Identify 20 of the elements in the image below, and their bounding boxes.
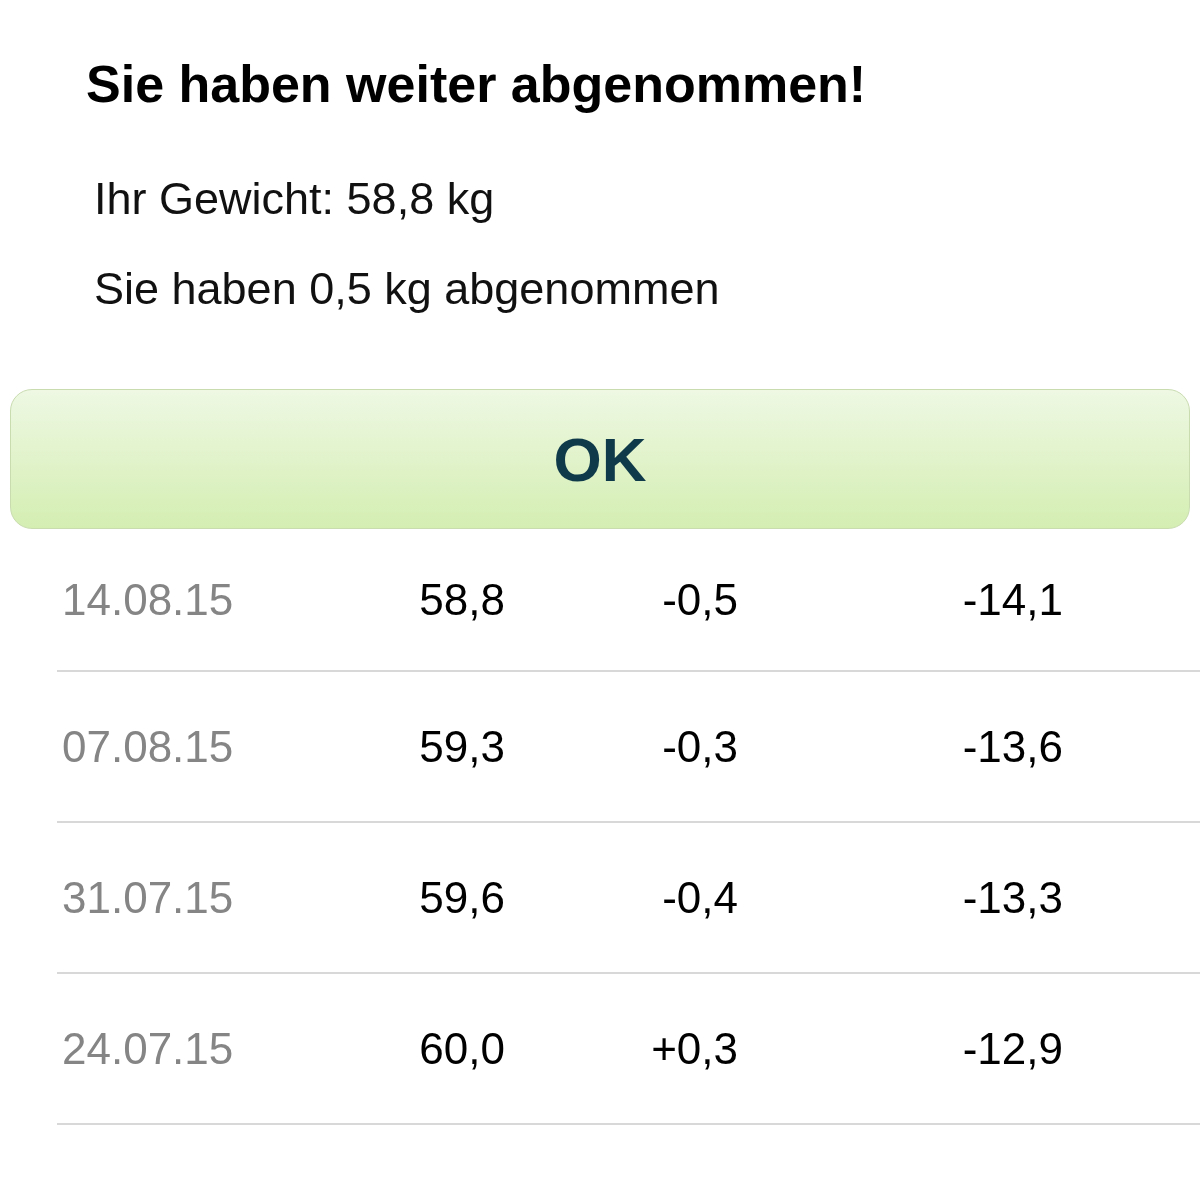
message-text: Sie haben 0,5 kg abgenommen xyxy=(94,262,721,316)
change-cell-text: -0,4 xyxy=(661,872,738,923)
date-cell-text: 31.07.15 xyxy=(62,872,235,923)
ok-button[interactable]: OK xyxy=(10,389,1190,529)
total-cell-text: -12,9 xyxy=(961,1023,1063,1074)
change-cell-text: -0,5 xyxy=(661,574,738,625)
change-cell-text: +0,3 xyxy=(650,1023,738,1074)
date-cell-text: 24.07.15 xyxy=(62,1023,235,1074)
total-cell-text: -13,3 xyxy=(961,872,1063,923)
message-text: Ihr Gewicht: 58,8 kg xyxy=(94,172,496,226)
dialog-title: Sie haben weiter abgenommen! xyxy=(86,54,868,115)
total-cell-text: -14,1 xyxy=(961,574,1063,625)
change-cell-text: -0,3 xyxy=(661,721,738,772)
weight-cell-text: 59,6 xyxy=(418,872,505,923)
total-cell-text: -13,6 xyxy=(961,721,1063,772)
weight-cell-text: 59,3 xyxy=(418,721,505,772)
date-cell-text: 07.08.15 xyxy=(62,721,235,772)
weight-cell-text: 58,8 xyxy=(418,574,505,625)
weight-cell-text: 60,0 xyxy=(418,1023,505,1074)
date-cell-text: 14.08.15 xyxy=(62,574,235,625)
